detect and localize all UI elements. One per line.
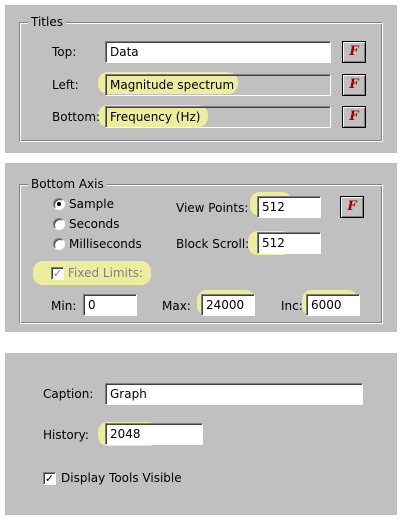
axis-font-button[interactable]: F — [340, 196, 364, 218]
view-points-label: View Points: — [176, 201, 249, 215]
view-points-field[interactable]: 512 — [257, 196, 321, 218]
bottom-label: Bottom: — [52, 110, 101, 124]
block-scroll-field[interactable]: 512 — [257, 232, 321, 254]
left-font-button[interactable]: F — [342, 74, 366, 96]
radio-milliseconds-label: Milliseconds — [69, 237, 142, 251]
caption-field[interactable]: Graph — [105, 383, 363, 405]
bottom-axis-legend: Bottom Axis — [28, 177, 107, 191]
fixed-limits-label: Fixed Limits: — [68, 266, 143, 280]
radio-selected-dot — [57, 202, 61, 206]
radio-milliseconds[interactable] — [53, 238, 65, 250]
max-label: Max: — [162, 299, 191, 313]
fixed-limits-checkbox[interactable]: ✓ — [51, 267, 64, 280]
min-field[interactable]: 0 — [83, 294, 137, 316]
left-title-field[interactable]: Magnitude spectrum — [105, 74, 331, 96]
radio-sample[interactable] — [53, 198, 65, 210]
inc-field[interactable]: 6000 — [306, 294, 360, 316]
min-label: Min: — [51, 299, 77, 313]
inc-label: Inc: — [281, 299, 303, 313]
top-label: Top: — [52, 45, 77, 59]
display-tools-label: Display Tools Visible — [61, 471, 182, 485]
top-font-button[interactable]: F — [342, 41, 366, 63]
display-tools-checkbox[interactable]: ✓ — [43, 472, 56, 485]
top-title-field[interactable]: Data — [105, 41, 331, 63]
history-label: History: — [43, 428, 89, 442]
history-field[interactable]: 2048 — [105, 423, 203, 445]
caption-label: Caption: — [43, 387, 94, 401]
block-scroll-label: Block Scroll: — [176, 237, 250, 251]
titles-legend: Titles — [28, 15, 66, 29]
radio-sample-label: Sample — [69, 197, 114, 211]
general-panel: Caption: Graph History: 2048 ✓ Display T… — [5, 353, 397, 515]
titles-panel: Titles Top: Data F Left: Magnitude spect… — [5, 5, 397, 153]
max-field[interactable]: 24000 — [201, 294, 255, 316]
bottom-font-button[interactable]: F — [342, 106, 366, 128]
left-label: Left: — [52, 78, 79, 92]
bottom-title-field[interactable]: Frequency (Hz) — [105, 106, 331, 128]
radio-seconds-label: Seconds — [69, 217, 120, 231]
radio-seconds[interactable] — [53, 218, 65, 230]
bottom-axis-panel: Bottom Axis Sample Seconds Milliseconds … — [5, 163, 397, 332]
